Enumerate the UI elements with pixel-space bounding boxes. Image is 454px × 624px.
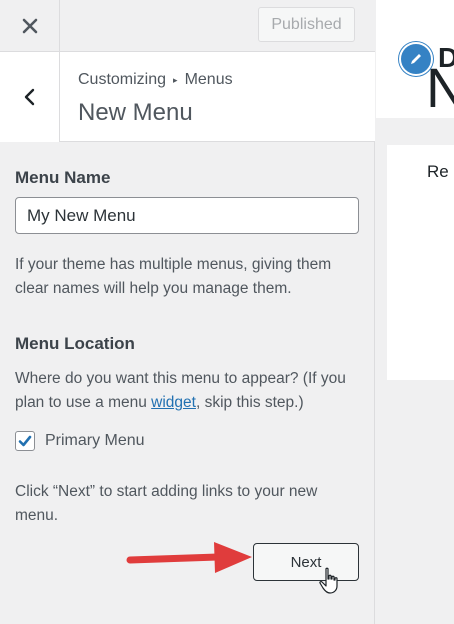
next-help: Click “Next” to start adding links to yo… [15,483,318,524]
hand-pointer-icon [319,567,338,594]
location-help-after: , skip this step.) [195,394,304,411]
preview-text: Re [427,162,449,181]
page-title: New Menu [78,99,193,126]
close-icon [22,18,37,34]
menu-name-label: Menu Name [15,168,111,187]
close-button[interactable] [0,0,60,52]
breadcrumb-root: Customizing [78,71,167,88]
breadcrumb-separator: ▸ [173,74,178,85]
widget-link[interactable]: widget [151,394,196,411]
menu-location-label: Menu Location [15,334,135,353]
section-header: Customizing ▸ Menus New Menu [0,52,375,142]
site-preview[interactable]: D N Re [376,0,454,624]
menu-name-input[interactable] [15,197,359,234]
customizer-topbar: Published [0,0,375,52]
next-button[interactable]: Next [253,543,359,581]
published-button[interactable]: Published [258,7,355,42]
checkmark-icon [18,435,32,447]
menu-name-help: If your theme has multiple menus, giving… [15,256,332,297]
breadcrumb-current: Menus [184,71,233,88]
breadcrumb: Customizing ▸ Menus [78,71,233,89]
menu-location-help: Where do you want this menu to appear? (… [15,367,360,415]
primary-menu-label[interactable]: Primary Menu [45,432,145,450]
primary-menu-checkbox[interactable] [15,431,35,451]
back-button[interactable] [0,52,60,142]
primary-menu-option[interactable]: Primary Menu [15,431,145,451]
preview-heading: N [426,56,454,119]
customizer-sidebar: Published Customizing ▸ Menus New Menu M… [0,0,375,624]
red-arrow-annotation [126,542,252,573]
pencil-icon [411,54,421,64]
chevron-left-icon [24,88,34,106]
